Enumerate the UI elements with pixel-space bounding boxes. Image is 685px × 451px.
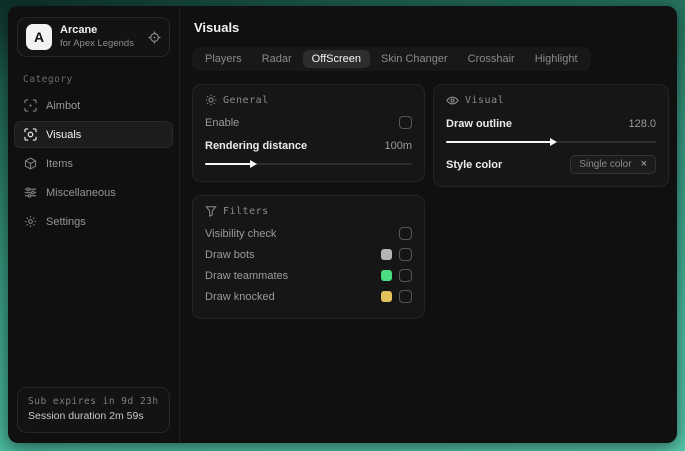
tab-crosshair[interactable]: Crosshair	[459, 50, 524, 68]
sidebar-item-items[interactable]: Items	[14, 150, 173, 177]
general-card: General Enable Rendering distance 100m	[192, 84, 425, 182]
session-duration-text: Session duration 2m 59s	[28, 410, 144, 423]
brand-card: A Arcane for Apex Legends	[17, 17, 170, 57]
filters-card-title: Filters	[223, 205, 269, 217]
slider-thumb[interactable]	[550, 138, 557, 146]
sidebar: A Arcane for Apex Legends Category Aimbo…	[8, 6, 180, 443]
rendering-distance-label: Rendering distance	[205, 139, 308, 152]
general-card-title: General	[223, 94, 269, 106]
draw-outline-label: Draw outline	[446, 117, 513, 130]
draw-teammates-color-swatch[interactable]	[381, 270, 392, 281]
sidebar-item-label: Settings	[46, 215, 86, 228]
draw-bots-checkbox[interactable]	[399, 248, 412, 261]
cube-icon	[24, 157, 37, 170]
draw-knocked-checkbox[interactable]	[399, 290, 412, 303]
visual-card-title: Visual	[465, 95, 505, 106]
app-window: A Arcane for Apex Legends Category Aimbo…	[8, 6, 677, 443]
style-color-label: Style color	[446, 158, 503, 171]
funnel-icon	[205, 205, 217, 217]
sub-expires-text: Sub expires in 9d 23h	[28, 396, 159, 407]
scan-eye-icon	[24, 128, 37, 141]
tab-offscreen[interactable]: OffScreen	[302, 50, 370, 68]
crosshair-icon	[24, 99, 37, 112]
sidebar-item-label: Items	[46, 157, 73, 170]
close-icon[interactable]: ×	[641, 159, 647, 170]
app-logo: A	[26, 24, 52, 50]
target-icon[interactable]	[148, 30, 161, 44]
sliders-icon	[24, 186, 37, 199]
draw-bots-label: Draw bots	[205, 248, 255, 261]
sidebar-item-visuals[interactable]: Visuals	[14, 121, 173, 148]
visibility-check-label: Visibility check	[205, 227, 277, 240]
subscription-info: Sub expires in 9d 23h Session duration 2…	[17, 387, 170, 433]
category-label: Category	[23, 74, 73, 85]
slider-thumb[interactable]	[249, 160, 257, 168]
tab-skin-changer[interactable]: Skin Changer	[372, 50, 457, 68]
enable-label: Enable	[205, 116, 240, 129]
sidebar-item-miscellaneous[interactable]: Miscellaneous	[14, 179, 173, 206]
tab-players[interactable]: Players	[196, 50, 251, 68]
app-subtitle: for Apex Legends	[60, 37, 134, 49]
rendering-distance-slider[interactable]	[205, 158, 412, 170]
draw-bots-color-swatch[interactable]	[381, 249, 392, 260]
app-name: Arcane	[60, 24, 98, 37]
visibility-check-checkbox[interactable]	[399, 227, 412, 240]
sidebar-item-aimbot[interactable]: Aimbot	[14, 92, 173, 119]
draw-outline-value: 128.0	[628, 117, 656, 130]
page-title: Visuals	[194, 20, 240, 35]
enable-checkbox[interactable]	[399, 116, 412, 129]
rendering-distance-value: 100m	[384, 139, 412, 152]
visuals-tabbar: Players Radar OffScreen Skin Changer Cro…	[192, 47, 591, 71]
tab-highlight[interactable]: Highlight	[526, 50, 587, 68]
gear-icon	[24, 215, 37, 228]
draw-outline-slider[interactable]	[446, 136, 656, 148]
sidebar-item-label: Miscellaneous	[46, 186, 116, 199]
tab-radar[interactable]: Radar	[253, 50, 301, 68]
sidebar-item-settings[interactable]: Settings	[14, 208, 173, 235]
draw-teammates-checkbox[interactable]	[399, 269, 412, 282]
sun-icon	[205, 94, 217, 106]
style-color-select[interactable]: Single color ×	[570, 155, 656, 174]
sidebar-item-label: Aimbot	[46, 99, 81, 112]
eye-icon	[446, 94, 459, 107]
visual-card: Visual Draw outline 128.0 Style color Si…	[433, 84, 669, 187]
draw-knocked-color-swatch[interactable]	[381, 291, 392, 302]
sidebar-nav: Aimbot Visuals Items Miscellaneous Setti…	[8, 92, 179, 235]
main-panel: Visuals Players Radar OffScreen Skin Cha…	[180, 6, 681, 443]
filters-card: Filters Visibility check Draw bots Draw …	[192, 195, 425, 319]
draw-knocked-label: Draw knocked	[205, 290, 275, 303]
sidebar-item-label: Visuals	[46, 128, 82, 141]
style-color-value: Single color	[579, 159, 632, 170]
draw-teammates-label: Draw teammates	[205, 269, 289, 282]
